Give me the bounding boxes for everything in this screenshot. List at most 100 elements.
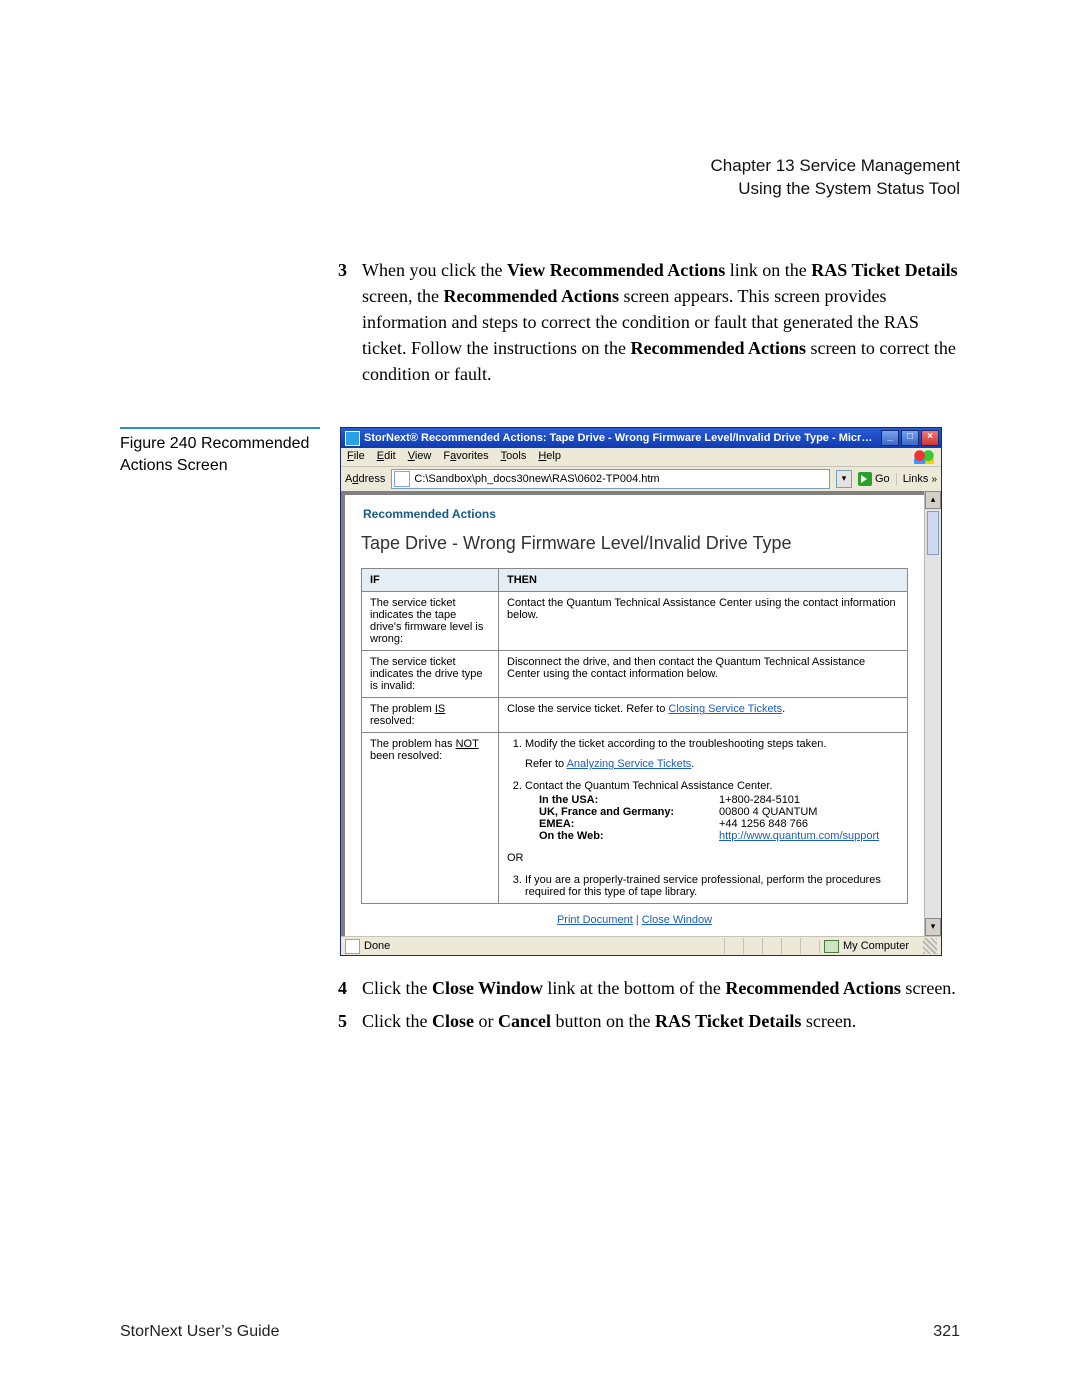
maximize-button[interactable]: □ <box>901 430 919 446</box>
chapter-header: Chapter 13 Service Management Using the … <box>120 155 960 201</box>
menu-edit[interactable]: Edit <box>377 450 396 464</box>
bold-text: RAS Ticket Details <box>655 1011 801 1031</box>
status-cell <box>762 938 781 954</box>
section-heading: Recommended Actions <box>361 503 908 531</box>
status-cell <box>743 938 762 954</box>
table-row: The problem IS resolved: Close the servi… <box>362 698 908 733</box>
ie-logo-icon <box>345 431 360 446</box>
text: screen, the <box>362 286 443 306</box>
list-item: Modify the ticket according to the troub… <box>525 738 899 770</box>
contact-value: 1+800-284-5101 <box>719 794 800 806</box>
vertical-scrollbar[interactable]: ▴ ▾ <box>924 491 941 936</box>
scroll-up-button[interactable]: ▴ <box>925 491 941 509</box>
bold-text: RAS Ticket Details <box>811 260 957 280</box>
cell-if: The problem has NOT been resolved: <box>362 733 499 904</box>
status-text: Done <box>364 940 390 952</box>
status-cell <box>724 938 743 954</box>
section-title: Using the System Status Tool <box>120 178 960 201</box>
text: button on the <box>551 1011 655 1031</box>
footer-left: StorNext User’s Guide <box>120 1323 279 1341</box>
list-item: Contact the Quantum Technical Assistance… <box>525 780 899 842</box>
list-item: If you are a properly-trained service pr… <box>525 874 899 898</box>
bold-text: View Recommended Actions <box>507 260 725 280</box>
text: been resolved: <box>370 750 442 762</box>
ie-status-bar: Done My Computer <box>341 936 941 955</box>
table-row: The service ticket indicates the tape dr… <box>362 592 908 651</box>
bold-text: Recommended Actions <box>443 286 618 306</box>
menu-file[interactable]: File <box>347 450 365 464</box>
th-if: IF <box>362 569 499 592</box>
ie-address-bar: Address C:\Sandbox\ph_docs30new\RAS\0602… <box>341 466 941 491</box>
scroll-thumb[interactable] <box>927 511 939 555</box>
cell-if: The problem IS resolved: <box>362 698 499 733</box>
text: Close the service ticket. Refer to <box>507 703 668 715</box>
step-number: 3 <box>338 257 352 387</box>
windows-logo-icon <box>913 450 935 464</box>
step-5: 5 Click the Close or Cancel button on th… <box>338 1007 960 1036</box>
table-row: The problem has NOT been resolved: Modif… <box>362 733 908 904</box>
print-document-link[interactable]: Print Document <box>557 914 633 926</box>
menu-favorites[interactable]: Favorites <box>443 450 488 464</box>
bold-text: Close <box>432 1011 474 1031</box>
support-url-link[interactable]: http://www.quantum.com/support <box>719 830 879 842</box>
contact-key: UK, France and Germany: <box>539 806 719 818</box>
cell-then: Close the service ticket. Refer to Closi… <box>499 698 908 733</box>
go-arrow-icon <box>858 472 872 486</box>
bold-text: Recommended Actions <box>725 978 900 998</box>
cell-then: Contact the Quantum Technical Assistance… <box>499 592 908 651</box>
close-window-link[interactable]: Close Window <box>642 914 712 926</box>
text: The problem <box>370 703 435 715</box>
text: resolved: <box>370 715 415 727</box>
page-title: Tape Drive - Wrong Firmware Level/Invali… <box>361 533 908 554</box>
links-label: Links <box>903 473 929 485</box>
text: link at the bottom of the <box>543 978 725 998</box>
cell-then: Modify the ticket according to the troub… <box>499 733 908 904</box>
page-icon <box>394 471 410 487</box>
text: . <box>691 758 694 770</box>
address-field[interactable]: C:\Sandbox\ph_docs30new\RAS\0602-TP004.h… <box>391 469 830 489</box>
step-body: When you click the View Recommended Acti… <box>362 257 960 387</box>
text: Refer to <box>525 758 567 770</box>
text: screen. <box>801 1011 856 1031</box>
step-4: 4 Click the Close Window link at the bot… <box>338 974 960 1003</box>
go-button[interactable]: Go <box>858 472 890 486</box>
resize-grip-icon[interactable] <box>923 938 937 954</box>
text: When you click the <box>362 260 507 280</box>
contact-value: +44 1256 848 766 <box>719 818 808 830</box>
cell-then: Disconnect the drive, and then contact t… <box>499 651 908 698</box>
status-zone: My Computer <box>843 940 909 952</box>
text: . <box>782 703 785 715</box>
underline-text: IS <box>435 703 445 715</box>
menu-view[interactable]: View <box>408 450 432 464</box>
menu-help[interactable]: Help <box>538 450 561 464</box>
closing-tickets-link[interactable]: Closing Service Tickets <box>668 703 782 715</box>
contact-key: On the Web: <box>539 830 719 842</box>
text: link on the <box>725 260 811 280</box>
my-computer-icon <box>824 940 839 953</box>
address-value: C:\Sandbox\ph_docs30new\RAS\0602-TP004.h… <box>414 473 659 485</box>
page-footer: StorNext User’s Guide 321 <box>120 1323 960 1341</box>
analyzing-tickets-link[interactable]: Analyzing Service Tickets <box>567 758 692 770</box>
th-then: THEN <box>499 569 908 592</box>
step-body: Click the Close Window link at the botto… <box>362 974 960 1003</box>
text: Click the <box>362 978 432 998</box>
address-dropdown[interactable]: ▾ <box>836 470 852 488</box>
links-toolbar[interactable]: Links » <box>896 473 937 485</box>
text: Modify the ticket according to the troub… <box>525 738 826 750</box>
close-button[interactable]: × <box>921 430 939 446</box>
step-number: 5 <box>338 1007 352 1036</box>
scroll-down-button[interactable]: ▾ <box>925 918 941 936</box>
footer-page-number: 321 <box>933 1323 960 1341</box>
step-body: Click the Close or Cancel button on the … <box>362 1007 960 1036</box>
minimize-button[interactable]: _ <box>881 430 899 446</box>
bold-text: Close Window <box>432 978 543 998</box>
chapter-title: Chapter 13 Service Management <box>120 155 960 178</box>
cell-if: The service ticket indicates the tape dr… <box>362 592 499 651</box>
menu-tools[interactable]: Tools <box>501 450 527 464</box>
bold-text: Recommended Actions <box>630 338 805 358</box>
text: Click the <box>362 1011 432 1031</box>
go-label: Go <box>875 473 890 485</box>
step-number: 4 <box>338 974 352 1003</box>
page-icon <box>345 939 360 954</box>
if-then-table: IF THEN The service ticket indicates the… <box>361 568 908 904</box>
